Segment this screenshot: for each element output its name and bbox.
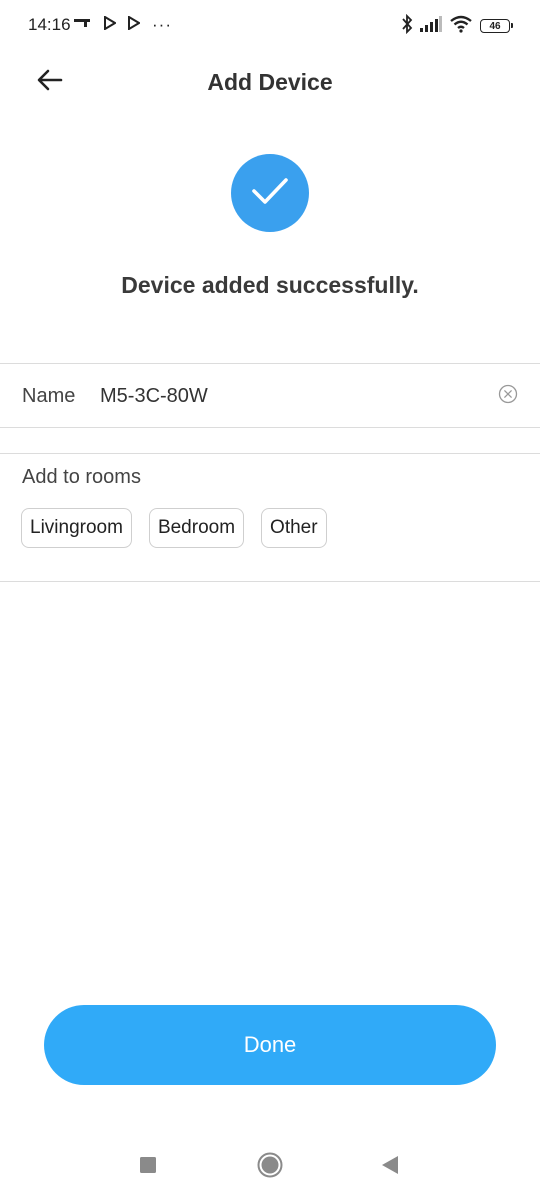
status-time: 14:16 <box>28 15 71 34</box>
room-chip-livingroom[interactable]: Livingroom <box>21 508 132 548</box>
divider <box>0 453 540 454</box>
success-indicator <box>231 154 309 232</box>
status-right-icons: 46 <box>401 13 513 39</box>
home-button[interactable] <box>253 1150 287 1184</box>
page-title: Add Device <box>207 69 333 95</box>
divider <box>0 427 540 428</box>
checkmark-icon <box>250 176 290 211</box>
system-back-button[interactable] <box>373 1150 407 1184</box>
done-button[interactable]: Done <box>44 1005 496 1085</box>
battery-level: 46 <box>489 20 501 32</box>
header: Add Device <box>0 52 540 112</box>
home-icon <box>257 1152 283 1183</box>
signal-icon <box>420 15 442 37</box>
overflow-dots: ··· <box>152 15 172 34</box>
clear-name-button[interactable] <box>498 384 518 409</box>
battery-icon: 46 <box>480 19 513 33</box>
back-icon <box>381 1155 399 1180</box>
status-left-icons: ··· <box>74 14 172 36</box>
status-bar: 14:16 ··· 46 <box>0 0 540 52</box>
bluetooth-icon <box>401 13 413 39</box>
recents-button[interactable] <box>131 1150 165 1184</box>
name-label: Name <box>22 385 76 407</box>
wifi-icon <box>449 15 473 38</box>
room-chip-bedroom[interactable]: Bedroom <box>148 508 245 548</box>
rooms-title: Add to rooms <box>22 466 141 488</box>
room-chip-other[interactable]: Other <box>261 508 327 548</box>
success-message: Device added successfully. <box>121 272 419 298</box>
key-icon <box>74 16 92 34</box>
add-device-screen: 14:16 ··· 46 Add Device Device added suc… <box>0 0 540 1200</box>
recents-icon <box>139 1156 157 1179</box>
clear-icon <box>498 384 518 409</box>
play-store-icon <box>128 14 141 35</box>
play-store-icon <box>104 14 117 35</box>
divider <box>0 581 540 582</box>
name-row: Name M5-3C-80W <box>0 364 540 427</box>
system-nav-bar <box>0 1140 540 1192</box>
device-name-input[interactable]: M5-3C-80W <box>100 385 208 408</box>
room-chips: Livingroom Bedroom Other <box>21 508 327 548</box>
